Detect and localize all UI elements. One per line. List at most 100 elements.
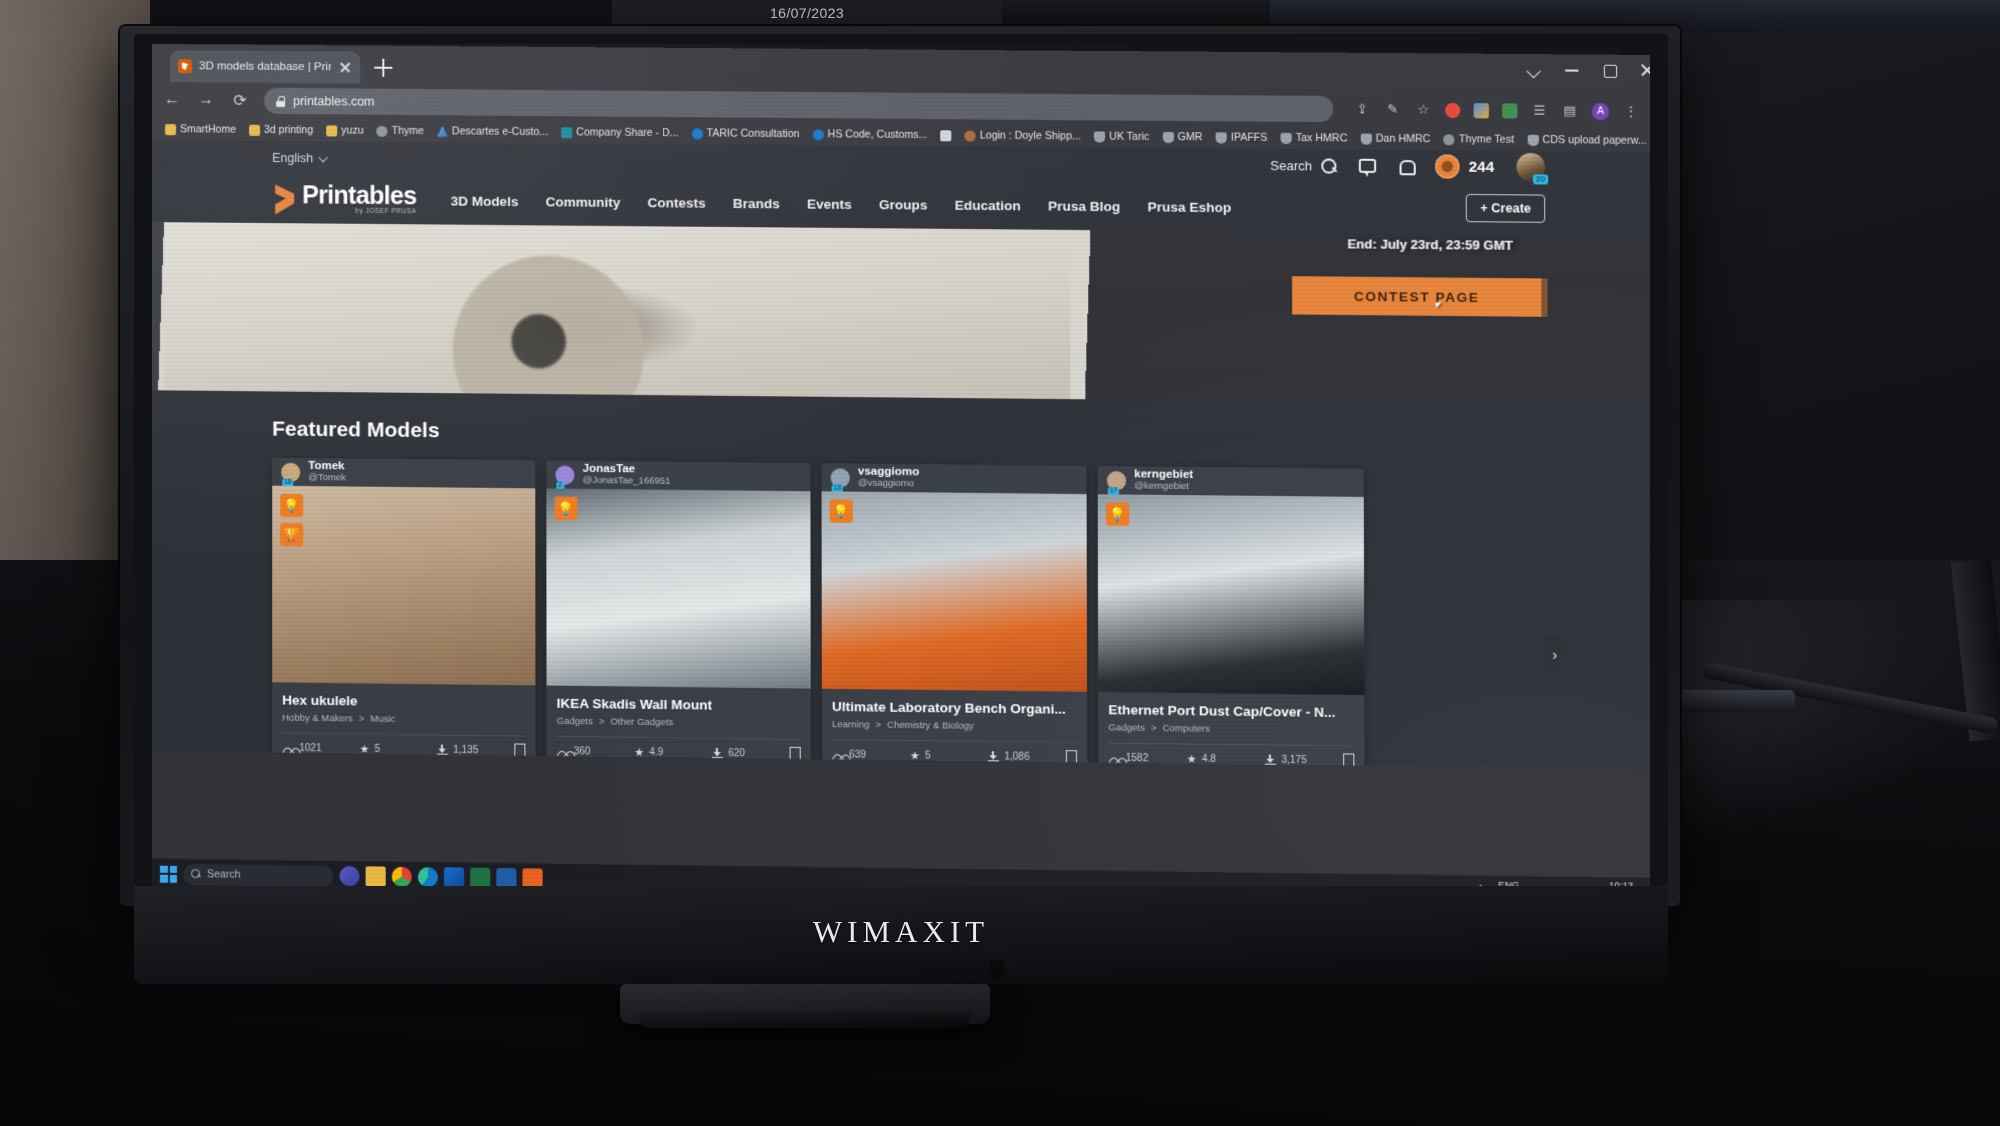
- share-icon[interactable]: ⇪: [1354, 101, 1371, 118]
- bookmark-item[interactable]: Dan HMRC: [1355, 130, 1435, 147]
- create-button[interactable]: + Create: [1466, 193, 1546, 223]
- extension-image-icon[interactable]: [1473, 102, 1489, 118]
- bookmark-item[interactable]: Company Share - D...: [556, 124, 683, 141]
- bookmark-item[interactable]: Login : Doyle Shipp...: [960, 127, 1086, 144]
- bookmark-item[interactable]: TARIC Consultation: [687, 125, 805, 142]
- taskbar-app-outlook-icon[interactable]: [444, 867, 465, 887]
- site-search[interactable]: Search: [1270, 158, 1336, 174]
- model-card-author[interactable]: 18 Tomek @Tomek: [272, 458, 535, 489]
- model-category: Learning > Chemistry & Biology: [832, 719, 1077, 733]
- bookmark-item[interactable]: 3d printing: [244, 122, 318, 139]
- extension-red-icon[interactable]: [1445, 102, 1461, 118]
- nav-link-community[interactable]: Community: [545, 194, 620, 210]
- carousel-next-button[interactable]: ›: [1542, 637, 1568, 673]
- model-card[interactable]: 13 vsaggiomo @vsaggiomo 💡 Ultimate Labor…: [821, 463, 1088, 770]
- featured-models-carousel: 18 Tomek @Tomek 💡 🏆 Hex ukulele Hobby & …: [272, 457, 1568, 770]
- model-thumbnail[interactable]: 💡: [821, 491, 1088, 692]
- model-card-author[interactable]: 13 vsaggiomo @vsaggiomo: [822, 463, 1087, 494]
- model-thumbnail[interactable]: 💡: [1097, 494, 1365, 696]
- model-thumbnail[interactable]: 💡 🏆: [272, 485, 536, 686]
- address-bar[interactable]: printables.com: [264, 87, 1334, 123]
- category-separator: >: [358, 713, 365, 725]
- minimize-icon[interactable]: [1564, 62, 1579, 77]
- nav-link-events[interactable]: Events: [807, 196, 852, 211]
- taskbar-search-input[interactable]: Search: [182, 863, 334, 887]
- reading-list-icon[interactable]: ☰: [1531, 102, 1548, 119]
- blue-circle-icon: [691, 127, 703, 139]
- extension-puzzle-icon[interactable]: [1502, 102, 1518, 119]
- edit-icon[interactable]: ✎: [1384, 101, 1401, 118]
- contest-page-button[interactable]: CONTEST PAGE: [1292, 276, 1542, 317]
- windows-start-icon[interactable]: [159, 865, 177, 883]
- download-icon: [712, 747, 724, 759]
- model-card-body: Hex ukulele Hobby & Makers > Music 1021 …: [272, 682, 535, 766]
- taskbar-app-chrome-icon[interactable]: [391, 866, 412, 887]
- maximize-icon[interactable]: [1602, 63, 1617, 78]
- nav-link-prusa-eshop[interactable]: Prusa Eshop: [1148, 199, 1232, 215]
- bookmark-item[interactable]: SmartHome: [160, 121, 241, 138]
- bookmark-icon[interactable]: [789, 746, 801, 762]
- crown-icon: [1527, 134, 1539, 146]
- bookmark-icon[interactable]: [1066, 750, 1078, 765]
- model-card[interactable]: 18 Tomek @Tomek 💡 🏆 Hex ukulele Hobby & …: [272, 457, 536, 766]
- back-icon[interactable]: ←: [162, 90, 182, 110]
- taskbar-app-teams-icon[interactable]: [339, 865, 360, 887]
- bookmark-item[interactable]: Tax HMRC: [1275, 130, 1352, 147]
- bookmark-item[interactable]: yuzu: [321, 122, 368, 138]
- bookmark-item[interactable]: UK Taric: [1089, 128, 1154, 145]
- bookmark-label: Tax HMRC: [1295, 132, 1348, 145]
- taskbar-app-file-explorer-icon[interactable]: [365, 866, 386, 887]
- nav-link-groups[interactable]: Groups: [879, 197, 928, 212]
- model-thumbnail[interactable]: 💡: [546, 488, 811, 689]
- likes-count: 1021: [299, 742, 322, 754]
- printables-favicon-icon: [177, 59, 193, 74]
- tab-close-icon[interactable]: [338, 60, 352, 74]
- messages-icon[interactable]: [1358, 158, 1377, 173]
- browser-tab[interactable]: 3D models database | Printables.: [169, 50, 361, 84]
- forward-icon[interactable]: →: [196, 90, 216, 110]
- taskbar-app-other-icon[interactable]: [522, 868, 543, 887]
- language-selector[interactable]: English: [272, 151, 329, 165]
- sidebar-icon[interactable]: ▤: [1561, 102, 1578, 119]
- printables-logo[interactable]: Printables by JOSEF PRUSA: [272, 181, 416, 216]
- bookmark-icon[interactable]: [514, 743, 526, 758]
- taskbar-app-word-icon[interactable]: [496, 867, 517, 887]
- model-card[interactable]: 2 JonasTae @JonasTae_166951 💡 IKEA Skadi…: [546, 460, 811, 770]
- bookmark-item[interactable]: HS Code, Customs...: [807, 126, 932, 143]
- nav-link-prusa-blog[interactable]: Prusa Blog: [1048, 198, 1120, 214]
- bookmark-item[interactable]: IPAFFS: [1211, 129, 1273, 146]
- nav-link-3d-models[interactable]: 3D Models: [451, 193, 519, 209]
- bookmark-item[interactable]: GMR: [1157, 129, 1207, 146]
- avatar[interactable]: 20: [1516, 152, 1549, 185]
- bookmark-star-icon[interactable]: ☆: [1415, 101, 1432, 118]
- bookmark-item[interactable]: Descartes e-Custo...: [432, 123, 553, 140]
- taskbar-app-edge-icon[interactable]: [417, 866, 438, 887]
- reload-icon[interactable]: ⟳: [230, 91, 250, 111]
- heart-icon: [832, 749, 844, 760]
- chrome-menu-icon[interactable]: ⋮: [1622, 103, 1639, 120]
- person-icon: [964, 129, 976, 142]
- bookmark-item[interactable]: [935, 128, 956, 143]
- bookmark-label: Dan HMRC: [1375, 132, 1431, 146]
- profile-avatar[interactable]: A: [1591, 102, 1610, 120]
- taskbar-app-excel-icon[interactable]: [470, 867, 491, 887]
- nav-link-brands[interactable]: Brands: [733, 195, 780, 210]
- model-card-author[interactable]: 2 JonasTae @JonasTae_166951: [546, 460, 810, 491]
- featured-models-heading: Featured Models: [272, 417, 440, 443]
- blue-circle-icon: [812, 128, 824, 140]
- bookmark-item[interactable]: Thyme: [372, 123, 429, 139]
- model-card[interactable]: 17 kerngebiet @kerngebiet 💡 Ethernet Por…: [1097, 465, 1365, 770]
- monitor-brand-label: WIMAXIT: [812, 914, 990, 949]
- close-icon[interactable]: [1640, 63, 1650, 78]
- bookmark-item[interactable]: CDS upload paperw...: [1522, 132, 1650, 149]
- new-tab-button[interactable]: [374, 59, 392, 77]
- notifications-bell-icon[interactable]: [1398, 159, 1412, 174]
- bookmark-item[interactable]: Thyme Test: [1439, 131, 1520, 148]
- prusameter-points[interactable]: 244: [1435, 154, 1494, 179]
- model-card-author[interactable]: 17 kerngebiet @kerngebiet: [1098, 466, 1364, 497]
- bookmark-icon[interactable]: [1343, 753, 1355, 768]
- category-secondary: Other Gadgets: [610, 716, 674, 729]
- nav-link-education[interactable]: Education: [955, 197, 1021, 213]
- nav-link-contests[interactable]: Contests: [647, 195, 705, 211]
- chevron-down-icon[interactable]: [1526, 62, 1541, 77]
